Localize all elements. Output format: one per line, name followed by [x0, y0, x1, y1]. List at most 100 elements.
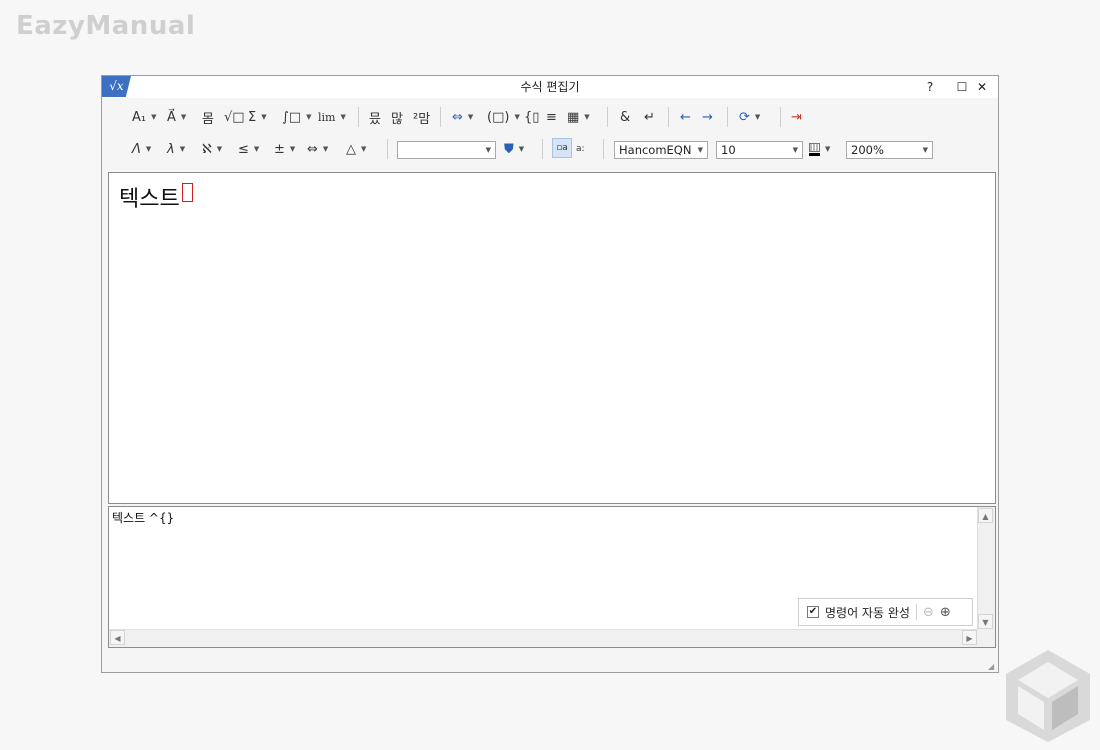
color-button[interactable]: ▼	[809, 138, 830, 160]
greek-upper-button[interactable]: Λ ▼	[132, 138, 151, 160]
hebrew-button[interactable]: ℵ ▼	[202, 138, 222, 160]
toolbar-separator	[387, 139, 388, 159]
newline-icon: ↵	[644, 109, 655, 125]
chevron-down-icon: ▼	[289, 145, 296, 153]
arrows-button[interactable]: ⇔ ▼	[452, 106, 473, 128]
relation-button[interactable]: ≤ ▼	[238, 138, 259, 160]
limit-icon: lim	[318, 110, 336, 124]
matrix-button-2[interactable]: 많	[391, 106, 403, 128]
panel-separator	[915, 604, 917, 620]
bracket-icon: (□)	[487, 109, 510, 125]
display-mode-button[interactable]: a:	[576, 138, 585, 160]
autocomplete-checkbox[interactable]: ✔	[807, 606, 819, 618]
matrix-button-1[interactable]: 믔	[369, 106, 381, 128]
arrow-symbols-button[interactable]: ⇔ ▼	[307, 138, 328, 160]
cases-icon: {▯	[524, 109, 540, 125]
lambda-upper-icon: Λ	[132, 141, 141, 157]
scrollbar-corner	[978, 630, 995, 647]
chevron-down-icon: ▼	[518, 145, 525, 153]
root-button[interactable]: √□	[224, 106, 245, 128]
toolbar-separator	[668, 107, 669, 127]
zoom-in-icon[interactable]: ⊕	[940, 605, 951, 620]
toolbar-separator	[358, 107, 359, 127]
root-icon: √□	[224, 109, 245, 125]
align-button[interactable]: ≡	[546, 106, 557, 128]
cases-button[interactable]: {▯	[524, 106, 539, 128]
brand-logo: EazyManual	[16, 11, 196, 41]
operator-button[interactable]: ± ▼	[274, 138, 295, 160]
grid-button[interactable]: ▦ ▼	[567, 106, 590, 128]
chevron-down-icon: ▼	[322, 145, 329, 153]
exit-icon: ⇥	[791, 109, 802, 125]
inline-mode-icon: ▫a	[556, 143, 568, 153]
symbol-combo[interactable]: ▼	[397, 141, 496, 159]
font-select-value: HancomEQN	[619, 143, 692, 157]
newline-button[interactable]: ↵	[644, 106, 655, 128]
display-mode-icon: a:	[576, 144, 585, 154]
next-button[interactable]: →	[702, 106, 713, 128]
chevron-down-icon: ▼	[697, 146, 703, 154]
sum-button[interactable]: Σ ▼	[248, 106, 267, 128]
toolbar-separator	[440, 107, 441, 127]
bracket-button[interactable]: (□) ▼	[487, 106, 520, 128]
toolbar-row-1: A₁ ▼ A⃗ ▼ 몸 √□ Σ ▼ ∫□ ▼ lim ▼ 믔 많 ²맘 ⇔ ▼ (□) ▼ …	[102, 106, 998, 132]
less-equal-icon: ≤	[238, 141, 249, 157]
vector-accent-icon: A⃗	[167, 109, 176, 125]
script-input-pane[interactable]: 텍스트 ^{} ▲ ▼ ◀ ▶ ✔ 명령어 자동 완성 ⊖ ⊕	[108, 506, 996, 648]
refresh-button[interactable]: ⟳ ▼	[739, 106, 760, 128]
scroll-left-button[interactable]: ◀	[110, 630, 125, 645]
prev-button[interactable]: ←	[680, 106, 691, 128]
zoom-out-icon[interactable]: ⊖	[923, 605, 934, 620]
zoom-select[interactable]: 200% ▼	[846, 141, 933, 159]
aleph-icon: ℵ	[202, 141, 212, 157]
scroll-down-button[interactable]: ▼	[978, 614, 993, 629]
equation-canvas[interactable]: 텍스트	[108, 172, 996, 504]
input-cursor	[181, 183, 193, 202]
font-size-select[interactable]: 10 ▼	[716, 141, 803, 159]
double-arrow-icon: ⇔	[452, 109, 463, 125]
integral-button[interactable]: ∫□ ▼	[282, 106, 311, 128]
triangle-icon: △	[346, 141, 356, 157]
equation-editor-window: 수식 편집기 √x ? ☐ ✕ A₁ ▼ A⃗ ▼ 몸 √□ Σ ▼ ∫□ ▼ lim ▼…	[101, 75, 999, 673]
fraction-button[interactable]: 몸	[202, 106, 214, 128]
ampersand-button[interactable]: &	[620, 106, 630, 128]
script-text: 텍스트 ^{}	[112, 511, 175, 525]
vertical-scrollbar[interactable]: ▲ ▼	[977, 507, 995, 630]
inline-mode-button[interactable]: ▫a	[552, 138, 572, 158]
maximize-button[interactable]: ☐	[952, 78, 972, 96]
matrix-icon: ²맘	[413, 111, 431, 127]
toolbar-separator	[780, 107, 781, 127]
chevron-down-icon: ▼	[145, 145, 152, 153]
exit-button[interactable]: ⇥	[791, 106, 802, 128]
scroll-right-button[interactable]: ▶	[962, 630, 977, 645]
chevron-down-icon: ▼	[485, 146, 491, 154]
horizontal-scrollbar[interactable]: ◀ ▶	[109, 629, 978, 647]
chevron-down-icon: ▼	[340, 113, 346, 121]
limit-button[interactable]: lim ▼	[318, 106, 346, 128]
chevron-down-icon: ▼	[261, 113, 267, 121]
subscript-button[interactable]: A₁ ▼	[132, 106, 157, 128]
help-button[interactable]: ?	[920, 78, 940, 96]
formula-text: 텍스트	[119, 187, 180, 212]
ampersand-icon: &	[620, 109, 631, 125]
toolbar-separator	[603, 139, 604, 159]
font-select[interactable]: HancomEQN ▼	[614, 141, 708, 159]
window-title: 수식 편집기	[520, 80, 580, 94]
title-bar: 수식 편집기 √x ? ☐ ✕	[102, 76, 998, 98]
chevron-down-icon: ▼	[216, 145, 223, 153]
matrix-button-3[interactable]: ²맘	[413, 106, 430, 128]
misc-symbols-button[interactable]: △ ▼	[346, 138, 366, 160]
chevron-down-icon: ▼	[361, 145, 367, 153]
chevron-down-icon: ▼	[792, 146, 798, 154]
close-button[interactable]: ✕	[972, 78, 992, 96]
zoom-value: 200%	[851, 143, 884, 157]
scroll-up-button[interactable]: ▲	[978, 508, 993, 523]
resize-grip-icon[interactable]: ◢	[988, 662, 996, 671]
toolbar-separator	[607, 107, 608, 127]
arrow-left-icon: ←	[680, 109, 691, 125]
greek-lower-button[interactable]: λ ▼	[167, 138, 185, 160]
stamp-button[interactable]: ⛊ ▼	[504, 138, 524, 160]
chevron-down-icon: ▼	[151, 113, 157, 121]
decoration-button[interactable]: A⃗ ▼	[167, 106, 186, 128]
chevron-down-icon: ▼	[179, 145, 186, 153]
